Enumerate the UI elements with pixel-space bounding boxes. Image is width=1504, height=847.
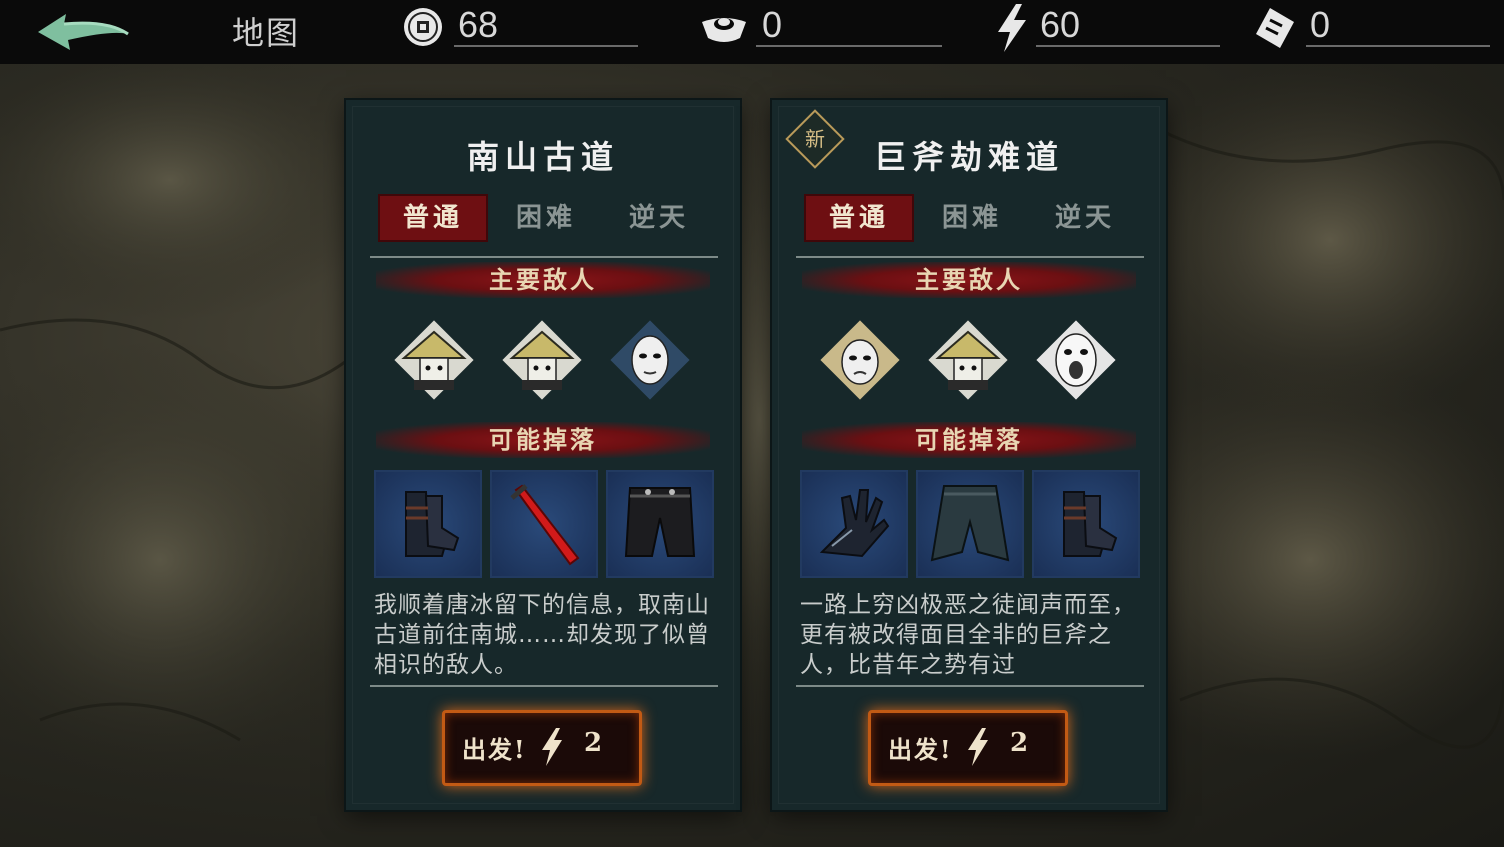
- divider: [796, 685, 1144, 687]
- difficulty-tabs: 普通 困难 逆天: [374, 194, 716, 242]
- ingot-count: 0: [762, 4, 783, 45]
- straw-hat-bandit-icon[interactable]: [392, 318, 476, 402]
- cloak-pants-icon[interactable]: [916, 470, 1024, 578]
- ticket-icon: [1256, 8, 1294, 48]
- drops-banner: 可能掉落: [376, 422, 710, 458]
- stage-description: 我顺着唐冰留下的信息，取南山古道前往南城……却发现了似曾相识的敌人。: [374, 592, 710, 678]
- ticket-underline: [1306, 45, 1490, 47]
- tab-hard[interactable]: 困难: [917, 194, 1027, 242]
- ticket-count: 0: [1310, 4, 1331, 45]
- start-button[interactable]: 出发! 2: [442, 710, 642, 786]
- stage-title: 南山古道: [466, 138, 619, 176]
- resource-ticket: 0: [1252, 0, 1490, 64]
- hooded-mask-icon[interactable]: [818, 318, 902, 402]
- screaming-mask-icon[interactable]: [1034, 318, 1118, 402]
- divider: [370, 256, 718, 258]
- back-arrow-icon[interactable]: [28, 6, 138, 58]
- copper-coin-icon: [404, 8, 442, 46]
- tab-hard[interactable]: 困难: [491, 194, 601, 242]
- lightning-icon: [968, 728, 988, 766]
- red-blade-icon[interactable]: [490, 470, 598, 578]
- tab-extreme[interactable]: 逆天: [604, 194, 714, 242]
- world-map-background: [0, 40, 1504, 780]
- start-label: 出发!: [888, 735, 953, 764]
- boots-icon[interactable]: [374, 470, 482, 578]
- pants-icon[interactable]: [606, 470, 714, 578]
- lightning-icon: [998, 4, 1026, 52]
- start-button[interactable]: 出发! 2: [868, 710, 1068, 786]
- enemies-label: 主要敌人: [915, 265, 1023, 294]
- gauntlet-icon[interactable]: [800, 470, 908, 578]
- tab-normal[interactable]: 普通: [378, 194, 488, 242]
- energy-underline: [1036, 45, 1220, 47]
- drops-label: 可能掉落: [915, 425, 1023, 454]
- energy-count: 60: [1040, 4, 1081, 45]
- energy-cost: 2: [584, 728, 603, 758]
- difficulty-tabs: 普通 困难 逆天: [800, 194, 1142, 242]
- enemies-banner: 主要敌人: [802, 262, 1136, 298]
- resource-coin: 68: [402, 0, 638, 64]
- straw-hat-bandit-icon[interactable]: [500, 318, 584, 402]
- coin-count: 68: [458, 4, 499, 45]
- energy-cost: 2: [1010, 728, 1029, 758]
- boots-icon[interactable]: [1032, 470, 1140, 578]
- page-title: 地图: [232, 14, 301, 52]
- coin-underline: [454, 45, 638, 47]
- stage-card-jufu: 新 巨斧劫难道 普通 困难 逆天 主要敌人 可能掉落 一路上穷凶极恶之徒闻声而至…: [772, 100, 1166, 810]
- divider: [796, 256, 1144, 258]
- enemies-label: 主要敌人: [489, 265, 597, 294]
- stage-title: 巨斧劫难道: [873, 138, 1064, 176]
- lightning-icon: [542, 728, 562, 766]
- resource-energy: 60: [994, 0, 1220, 64]
- top-bar: 地图 68 0 60 0: [0, 0, 1504, 64]
- straw-hat-bandit-icon[interactable]: [926, 318, 1010, 402]
- enemies-banner: 主要敌人: [376, 262, 710, 298]
- ingot-underline: [756, 45, 942, 47]
- divider: [370, 685, 718, 687]
- start-label: 出发!: [462, 735, 527, 764]
- hooded-mask-icon[interactable]: [608, 318, 692, 402]
- tab-normal[interactable]: 普通: [804, 194, 914, 242]
- drops-label: 可能掉落: [489, 425, 597, 454]
- resource-ingot: 0: [700, 0, 942, 64]
- drops-banner: 可能掉落: [802, 422, 1136, 458]
- silver-ingot-icon: [702, 18, 746, 42]
- tab-extreme[interactable]: 逆天: [1030, 194, 1140, 242]
- stage-card-nanshan: 南山古道 普通 困难 逆天 主要敌人 可能掉落 我顺着唐冰留下的信息，取南山古道…: [346, 100, 740, 810]
- stage-description: 一路上穷凶极恶之徒闻声而至，更有被改得面目全非的巨斧之人，比昔年之势有过: [800, 592, 1136, 678]
